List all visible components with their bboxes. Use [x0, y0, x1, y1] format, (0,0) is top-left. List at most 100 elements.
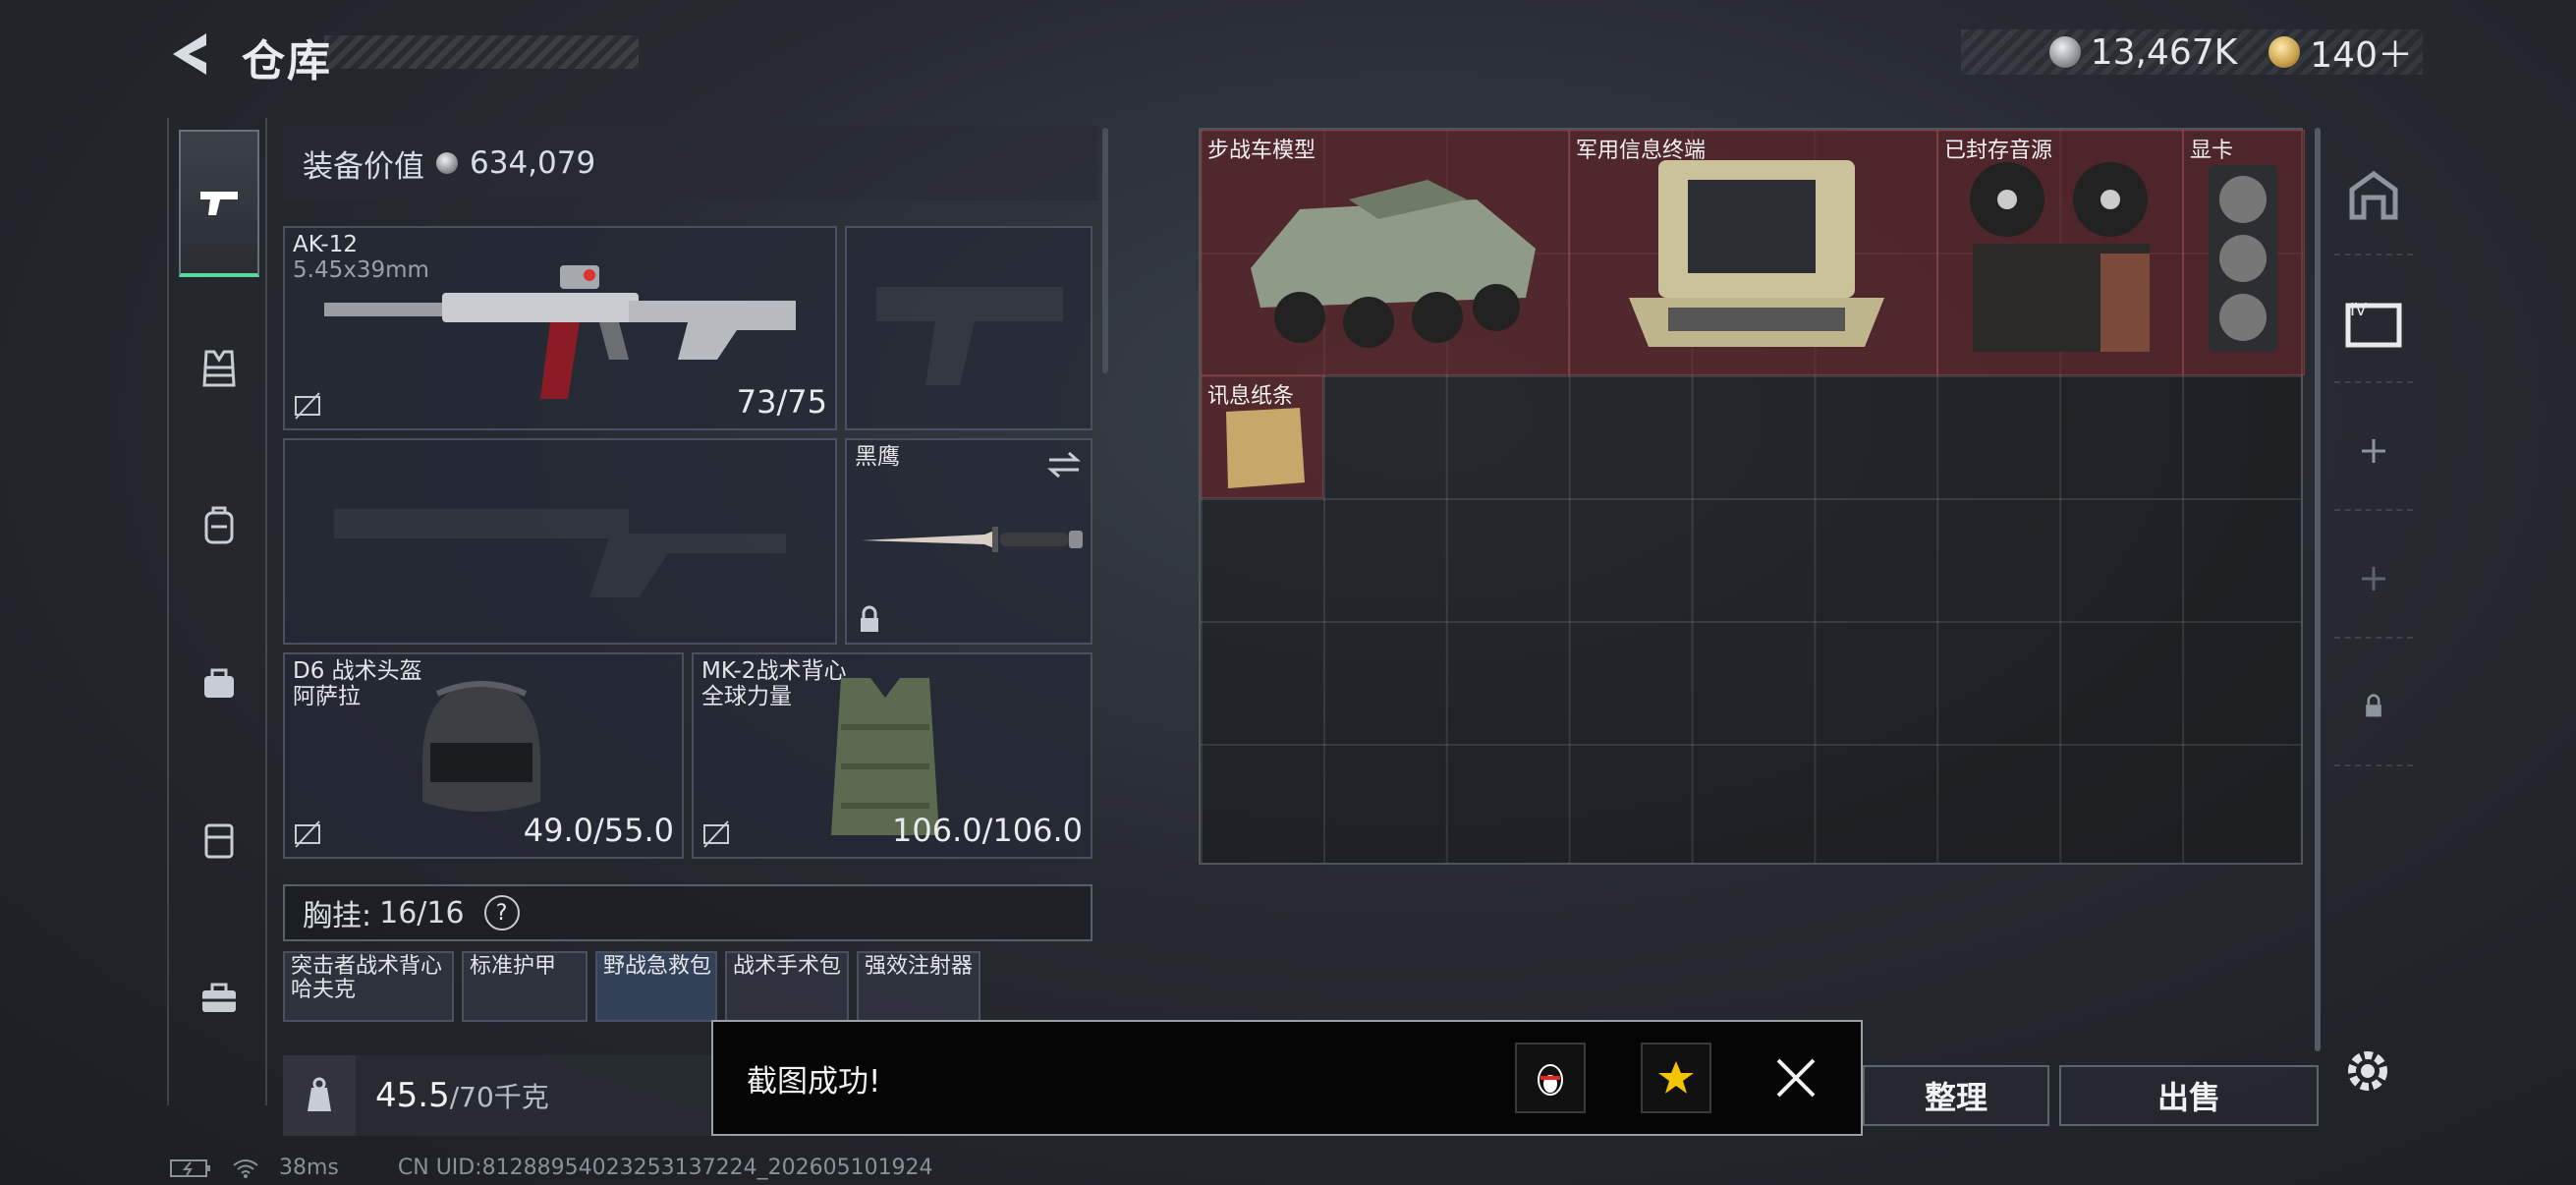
close-icon — [1776, 1058, 1816, 1098]
armor-durability: 106.0/106.0 — [892, 812, 1083, 849]
weight-value: 45.5 — [375, 1076, 450, 1115]
share-qq-button[interactable] — [1515, 1043, 1586, 1113]
ifv-model-image — [1251, 180, 1536, 348]
backpack-icon — [204, 506, 234, 544]
gold-amount: 140＋ — [2310, 35, 2413, 76]
svg-text:IV: IV — [2350, 300, 2367, 319]
chest-rig-item[interactable]: 强效注射器 — [857, 951, 980, 1022]
case-icon — [204, 823, 234, 859]
help-icon[interactable]: ? — [483, 895, 520, 931]
toolbox-icon — [202, 983, 236, 1012]
category-bag[interactable] — [179, 609, 259, 757]
vest-icon — [202, 350, 236, 387]
add-container-button[interactable] — [2334, 393, 2413, 511]
silver-currency: 13,467K — [2048, 31, 2238, 73]
bag-icon — [204, 668, 234, 698]
toast-message: 截图成功! — [747, 1063, 881, 1100]
chest-rig-count: 16/16 — [379, 895, 465, 931]
container-tab-iv[interactable]: IV — [2334, 265, 2413, 383]
no-insure-icon — [703, 820, 729, 848]
chest-rig-item-label: 野战急救包 — [603, 954, 712, 979]
helmet-durability: 49.0/55.0 — [523, 812, 674, 849]
stash-item-message-note[interactable]: 讯息纸条 — [1201, 375, 1323, 498]
chest-rig-item-label: 突击者战术背心 哈夫克 — [291, 954, 443, 1002]
stash-grid[interactable]: 步战车模型 军用信息终端 已封存音源 显卡 讯息纸条 — [1199, 128, 2305, 865]
share-qzone-button[interactable] — [1641, 1043, 1711, 1113]
stash-item-graphics-card[interactable]: 显卡 — [2183, 130, 2305, 375]
plus-icon — [2362, 567, 2385, 591]
container-iv-icon: IV — [2345, 300, 2402, 348]
penguin-icon — [1538, 1064, 1563, 1096]
silver-coin-icon — [2048, 36, 2081, 68]
terminal-image — [1629, 160, 1884, 347]
silver-amount: 13,467K — [2090, 31, 2238, 73]
sell-button[interactable]: 出售 — [2059, 1065, 2319, 1126]
locked-container — [2334, 649, 2413, 766]
knife-image — [862, 527, 1083, 552]
gear-icon[interactable] — [2340, 1044, 2395, 1099]
add-container-button[interactable] — [2334, 521, 2413, 639]
category-case[interactable] — [179, 766, 259, 914]
lock-icon — [861, 605, 878, 632]
sort-button[interactable]: 整理 — [1863, 1065, 2049, 1126]
stash-item-military-terminal[interactable]: 军用信息终端 — [1569, 130, 1937, 375]
wifi-icon — [233, 1158, 258, 1178]
chest-rig-item-label: 标准护甲 — [470, 954, 557, 979]
chest-rig-header: 胸挂: 16/16 ? — [283, 884, 1092, 941]
category-rail — [167, 118, 267, 1105]
battery-icon — [170, 1158, 210, 1177]
no-insure-icon — [295, 392, 320, 420]
pistol-silhouette-icon — [876, 287, 1063, 385]
lock-icon — [2366, 694, 2381, 717]
silver-coin-icon — [436, 152, 458, 174]
ping-value: 38ms — [279, 1156, 339, 1180]
swap-icon[interactable] — [1047, 450, 1081, 480]
chest-rig-item[interactable]: 标准护甲 — [462, 951, 588, 1022]
secondary-weapon-slot[interactable] — [283, 438, 837, 645]
status-bar: 38ms CN UID:81288954023253137224_2026051… — [169, 1156, 933, 1180]
star-icon — [1658, 1061, 1694, 1094]
weight-text: 45.5/70千克 — [356, 1076, 549, 1115]
weapon-durability: 73/75 — [736, 383, 827, 421]
no-insure-icon — [295, 820, 320, 848]
armor-slot[interactable]: MK-2战术背心 全球力量 106.0/106.0 — [692, 652, 1092, 859]
plus-icon — [2362, 439, 2385, 463]
category-backpack[interactable] — [179, 452, 259, 599]
reel-recorder-image — [1970, 162, 2150, 352]
graphics-card-image — [2209, 165, 2277, 352]
container-tab-home[interactable] — [2334, 138, 2413, 255]
chest-rig-item[interactable]: 战术手术包 — [725, 951, 849, 1022]
equipment-value-amount: 634,079 — [470, 145, 596, 181]
currency-bar: 13,467K 140＋ — [1961, 27, 2423, 78]
close-button[interactable] — [1766, 1048, 1825, 1107]
melee-slot[interactable]: 黑鹰 — [845, 438, 1092, 645]
paper-note-image — [1226, 408, 1305, 488]
sidearm-slot[interactable] — [845, 226, 1092, 430]
stash-item-sealed-audio[interactable]: 已封存音源 — [1937, 130, 2183, 375]
weight-bar: 45.5/70千克 — [283, 1055, 715, 1136]
safehouse-icon — [2349, 170, 2398, 220]
helmet-slot[interactable]: D6 战术头盔 阿萨拉 49.0/55.0 — [283, 652, 684, 859]
equipment-value-label: 装备价值 — [303, 148, 424, 185]
back-arrow-icon[interactable] — [167, 29, 210, 79]
stash-item-ifv-model[interactable]: 步战车模型 — [1201, 130, 1569, 375]
page-title: 仓库 — [242, 36, 332, 86]
chest-rig-item[interactable]: 突击者战术背心 哈夫克 — [283, 951, 454, 1022]
category-toolbox[interactable] — [179, 924, 259, 1071]
equipment-value: 装备价值 634,079 — [283, 126, 1098, 200]
equipment-scrollbar[interactable] — [1102, 128, 1108, 373]
stash-scrollbar[interactable] — [2315, 128, 2321, 1051]
rifle-image — [324, 265, 796, 399]
title-decoration — [324, 35, 639, 69]
gold-currency[interactable]: 140＋ — [2268, 27, 2413, 78]
chest-rig-item[interactable]: 野战急救包 — [595, 951, 717, 1022]
pistol-icon — [200, 192, 238, 215]
chest-rig-label: 胸挂: — [303, 899, 372, 933]
rifle-silhouette-icon — [334, 509, 786, 597]
toast-notification: 截图成功! — [711, 1020, 1863, 1136]
category-armor[interactable] — [179, 295, 259, 442]
gold-coin-icon — [2268, 36, 2301, 68]
category-weapons[interactable] — [179, 130, 259, 277]
container-rail: IV — [2324, 138, 2423, 806]
primary-weapon-slot[interactable]: AK-12 5.45x39mm 73/75 — [283, 226, 837, 430]
